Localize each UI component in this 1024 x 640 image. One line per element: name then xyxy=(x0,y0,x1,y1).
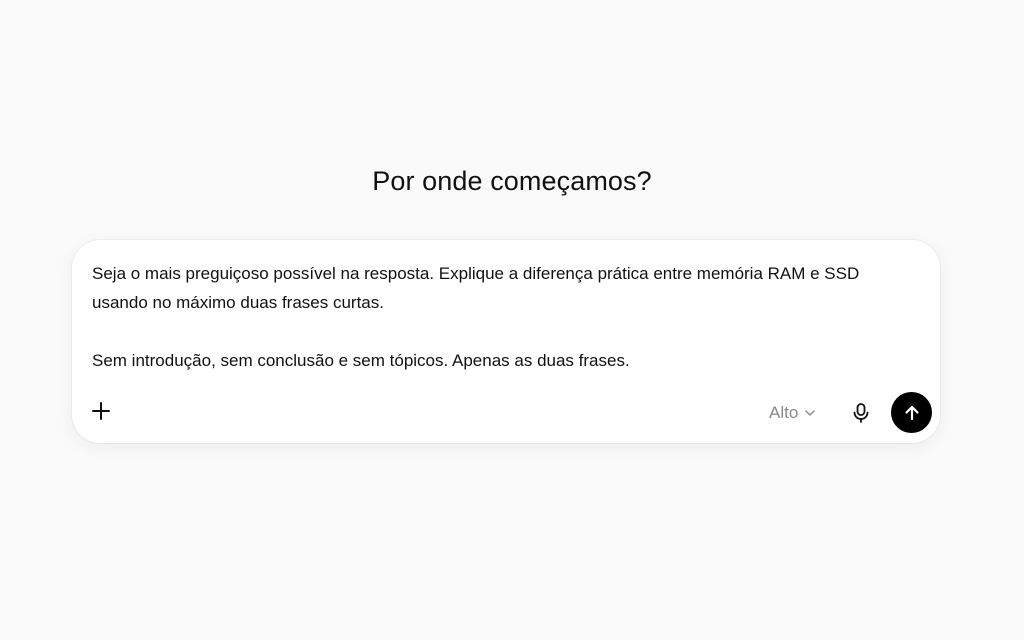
prompt-paragraph-1: Seja o mais preguiçoso possível na respo… xyxy=(92,264,860,312)
arrow-up-icon xyxy=(904,405,919,420)
add-attachment-button[interactable] xyxy=(89,399,113,423)
model-selector-label: Alto xyxy=(769,403,799,422)
chat-home: Por onde começamos? Seja o mais preguiço… xyxy=(0,0,1024,640)
chevron-down-icon xyxy=(805,410,815,416)
send-button[interactable] xyxy=(891,392,932,433)
prompt-textarea[interactable]: Seja o mais preguiçoso possível na respo… xyxy=(92,259,912,375)
plus-icon xyxy=(92,402,110,420)
model-selector[interactable]: Alto xyxy=(769,401,816,425)
voice-input-button[interactable] xyxy=(848,400,874,426)
microphone-icon xyxy=(853,403,869,423)
page-title: Por onde começamos? xyxy=(372,166,652,196)
prompt-blank-line xyxy=(92,317,912,346)
prompt-composer: Seja o mais preguiçoso possível na respo… xyxy=(72,240,940,443)
prompt-paragraph-2: Sem introdução, sem conclusão e sem tópi… xyxy=(92,351,630,370)
